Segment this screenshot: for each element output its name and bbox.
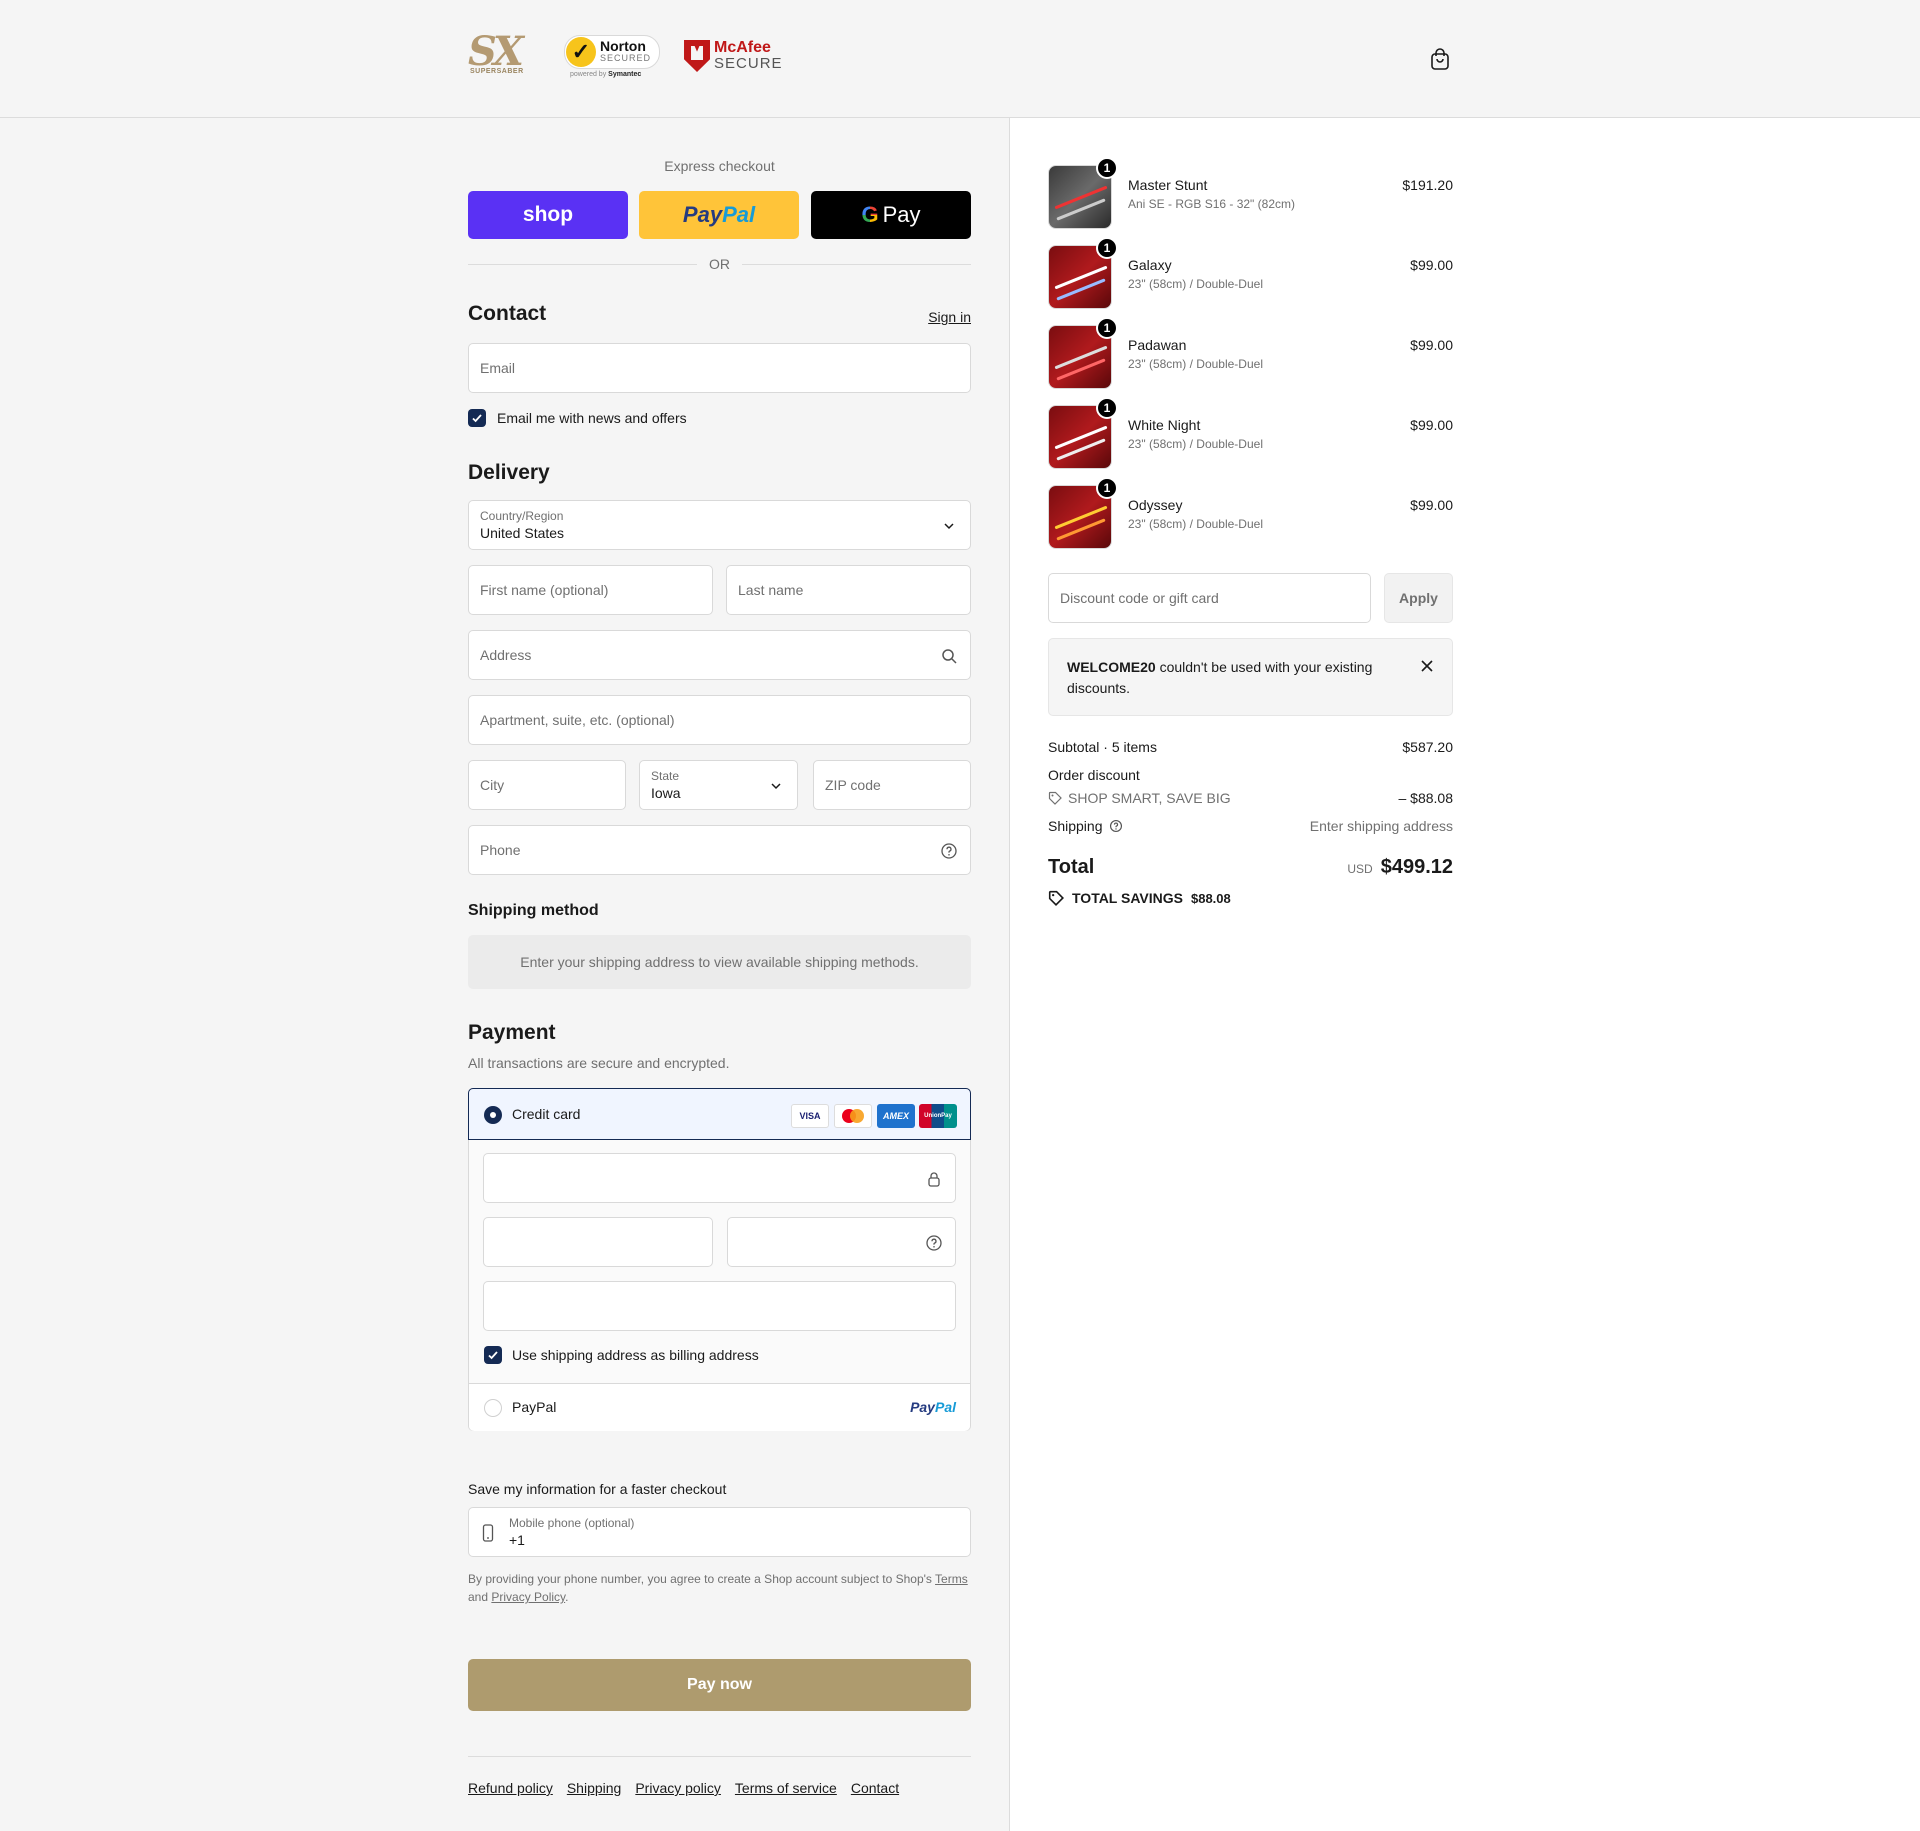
paypal-radio[interactable] bbox=[484, 1399, 502, 1417]
checkout-header: SX SUPERSABER ✓ Norton SECURED powered b… bbox=[0, 0, 1920, 118]
paypal-express-button[interactable]: Pay Pal bbox=[639, 191, 799, 239]
shipping-link[interactable]: Shipping bbox=[567, 1780, 622, 1796]
mcafee-secure-badge: McAfee SECURE bbox=[684, 40, 783, 72]
chevron-down-icon bbox=[944, 523, 954, 530]
cart-item: 1 Padawan 23" (58cm) / Double-Duel $99.0… bbox=[1048, 317, 1453, 389]
cart-item: 1 Master Stunt Ani SE - RGB S16 - 32" (8… bbox=[1048, 157, 1453, 229]
shopping-bag-icon[interactable] bbox=[1430, 48, 1450, 70]
lock-icon bbox=[928, 1172, 940, 1187]
cart-item: 1 Odyssey 23" (58cm) / Double-Duel $99.0… bbox=[1048, 477, 1453, 549]
quantity-badge: 1 bbox=[1096, 157, 1118, 179]
quantity-badge: 1 bbox=[1096, 237, 1118, 259]
quantity-badge: 1 bbox=[1096, 397, 1118, 419]
zip-input[interactable]: ZIP code bbox=[813, 760, 971, 810]
first-name-input[interactable]: First name (optional) bbox=[468, 565, 713, 615]
trust-logos: SX SUPERSABER ✓ Norton SECURED powered b… bbox=[468, 32, 783, 80]
city-input[interactable]: City bbox=[468, 760, 626, 810]
cart-item: 1 Galaxy 23" (58cm) / Double-Duel $99.00 bbox=[1048, 237, 1453, 309]
quantity-badge: 1 bbox=[1096, 317, 1118, 339]
billing-address-checkbox[interactable] bbox=[484, 1346, 502, 1364]
save-info-title: Save my information for a faster checkou… bbox=[468, 1481, 727, 1497]
google-pay-button[interactable]: G Pay bbox=[811, 191, 971, 239]
privacy-policy-link[interactable]: Privacy Policy bbox=[491, 1590, 565, 1604]
sign-in-link[interactable]: Sign in bbox=[928, 309, 971, 325]
contact-title: Contact bbox=[468, 302, 547, 325]
quantity-badge: 1 bbox=[1096, 477, 1118, 499]
refund-policy-link[interactable]: Refund policy bbox=[468, 1780, 553, 1796]
order-discount-label: Order discount bbox=[1048, 767, 1140, 783]
shop-disclaimer: By providing your phone number, you agre… bbox=[468, 1572, 968, 1604]
total-label: Total bbox=[1048, 856, 1095, 878]
mcafee-shield-icon bbox=[684, 40, 711, 72]
payment-title: Payment bbox=[468, 1021, 556, 1044]
phone-input[interactable]: Phone bbox=[468, 825, 971, 875]
newsletter-checkbox[interactable] bbox=[468, 409, 486, 427]
check-icon: ✓ bbox=[566, 36, 596, 67]
check-icon bbox=[472, 414, 482, 423]
shipping-value: Enter shipping address bbox=[1309, 818, 1453, 834]
help-circle-icon[interactable] bbox=[1109, 819, 1123, 833]
billing-address-label: Use shipping address as billing address bbox=[512, 1347, 759, 1363]
check-icon bbox=[488, 1351, 498, 1360]
tag-icon bbox=[1048, 890, 1064, 906]
help-circle-icon[interactable] bbox=[940, 842, 958, 860]
discount-value: – $88.08 bbox=[1398, 790, 1454, 806]
delivery-title: Delivery bbox=[468, 461, 550, 484]
tag-icon bbox=[1048, 791, 1062, 805]
cart-item: 1 White Night 23" (58cm) / Double-Duel $… bbox=[1048, 397, 1453, 469]
contact-link[interactable]: Contact bbox=[851, 1780, 899, 1796]
discount-error-notice: WELCOME20 couldn't be used with your exi… bbox=[1048, 638, 1453, 716]
paypal-logo: PayPal bbox=[910, 1399, 956, 1415]
apartment-input[interactable]: Apartment, suite, etc. (optional) bbox=[468, 695, 971, 745]
footer-divider bbox=[468, 1756, 971, 1757]
payment-subtitle: All transactions are secure and encrypte… bbox=[468, 1055, 730, 1071]
discount-name: SHOP SMART, SAVE BIG bbox=[1048, 790, 1231, 806]
newsletter-label: Email me with news and offers bbox=[497, 410, 687, 426]
terms-link[interactable]: Terms bbox=[935, 1572, 968, 1586]
credit-card-radio[interactable] bbox=[484, 1106, 502, 1124]
google-g-icon: G bbox=[861, 202, 879, 227]
norton-secured-badge: ✓ Norton SECURED powered by Symantec bbox=[564, 34, 661, 78]
email-input[interactable]: Email bbox=[468, 343, 971, 393]
privacy-policy-footer-link[interactable]: Privacy policy bbox=[635, 1780, 721, 1796]
discount-code-input[interactable]: Discount code or gift card bbox=[1048, 573, 1371, 623]
search-icon bbox=[942, 649, 957, 664]
panel-divider bbox=[1009, 118, 1010, 1831]
shipping-method-info: Enter your shipping address to view avai… bbox=[468, 935, 971, 989]
mastercard-icon bbox=[834, 1104, 872, 1128]
unionpay-icon: UnionPay bbox=[919, 1104, 957, 1128]
visa-icon: VISA bbox=[791, 1104, 829, 1128]
card-number-input[interactable] bbox=[483, 1153, 956, 1203]
terms-of-service-link[interactable]: Terms of service bbox=[735, 1780, 837, 1796]
name-on-card-input[interactable] bbox=[483, 1281, 956, 1331]
subtotal-label: Subtotal · 5 items bbox=[1048, 739, 1157, 755]
apply-discount-button[interactable]: Apply bbox=[1384, 573, 1453, 623]
or-divider: OR bbox=[468, 256, 971, 272]
total-value: USD $499.12 bbox=[1347, 856, 1453, 878]
mobile-phone-input[interactable]: Mobile phone (optional) +1 bbox=[468, 1507, 971, 1557]
paypal-option[interactable]: PayPal PayPal bbox=[469, 1383, 970, 1431]
state-select[interactable]: State Iowa bbox=[639, 760, 798, 810]
total-savings: TOTAL SAVINGS $88.08 bbox=[1048, 890, 1231, 906]
expiration-date-input[interactable] bbox=[483, 1217, 713, 1267]
security-code-input[interactable] bbox=[727, 1217, 956, 1267]
payment-methods: Credit card VISA AMEX UnionPay Use shipp… bbox=[468, 1088, 971, 1431]
shipping-method-title: Shipping method bbox=[468, 902, 599, 919]
address-input[interactable]: Address bbox=[468, 630, 971, 680]
close-icon[interactable] bbox=[1420, 659, 1434, 673]
country-select[interactable]: Country/Region United States bbox=[468, 500, 971, 550]
pay-now-button[interactable]: Pay now bbox=[468, 1659, 971, 1711]
amex-icon: AMEX bbox=[877, 1104, 915, 1128]
shipping-label: Shipping bbox=[1048, 818, 1123, 834]
express-checkout-title: Express checkout bbox=[664, 158, 775, 174]
help-circle-icon[interactable] bbox=[925, 1234, 943, 1252]
footer-links: Refund policy Shipping Privacy policy Te… bbox=[468, 1780, 899, 1796]
credit-card-option[interactable]: Credit card VISA AMEX UnionPay bbox=[468, 1088, 971, 1140]
supersaber-logo[interactable]: SX SUPERSABER bbox=[468, 32, 540, 80]
last-name-input[interactable]: Last name bbox=[726, 565, 971, 615]
mobile-phone-icon bbox=[482, 1524, 494, 1542]
shop-pay-button[interactable]: shop bbox=[468, 191, 628, 239]
chevron-down-icon bbox=[771, 783, 781, 790]
subtotal-value: $587.20 bbox=[1402, 739, 1453, 755]
